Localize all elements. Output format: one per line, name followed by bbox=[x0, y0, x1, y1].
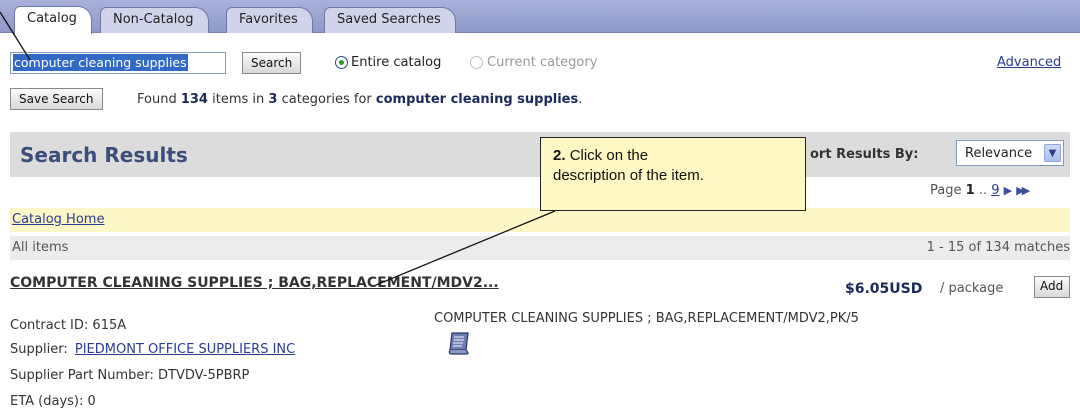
advanced-search-link[interactable]: Advanced bbox=[997, 55, 1061, 70]
contract-id: 615A bbox=[92, 318, 127, 333]
page-sep: .. bbox=[978, 183, 988, 198]
next-page-icon[interactable]: ▶ bbox=[1004, 184, 1012, 197]
pager: Page 1 .. 9 ▶ ▶▶ bbox=[930, 183, 1030, 198]
document-scroll-icon[interactable] bbox=[446, 330, 474, 356]
supplier-label: Supplier: bbox=[10, 342, 68, 357]
found-summary: Found 134 items in 3 categories for comp… bbox=[137, 92, 582, 107]
radio-entire-catalog[interactable] bbox=[335, 56, 348, 69]
save-search-button[interactable]: Save Search bbox=[10, 88, 103, 110]
add-button[interactable]: Add bbox=[1034, 276, 1070, 298]
item-title-link[interactable]: COMPUTER CLEANING SUPPLIES ; BAG,REPLACE… bbox=[10, 275, 499, 291]
page-last-link[interactable]: 9 bbox=[991, 183, 999, 198]
tab-bar: Catalog Non-Catalog Favorites Saved Sear… bbox=[0, 0, 1080, 34]
results-range: 1 - 15 of 134 matches bbox=[926, 240, 1070, 255]
found-end: . bbox=[578, 92, 583, 107]
instruction-callout: 2. Click on the description of the item. bbox=[540, 137, 806, 211]
contract-row: Contract ID: 615A bbox=[10, 318, 126, 333]
all-items-label: All items bbox=[12, 240, 69, 255]
search-input[interactable]: computer cleaning supplies bbox=[10, 52, 226, 74]
results-title: Search Results bbox=[20, 143, 188, 167]
radio-current-category-label: Current category bbox=[487, 55, 598, 70]
page-current: 1 bbox=[965, 183, 975, 198]
item-price: $6.05USD bbox=[845, 281, 923, 297]
item-unit: / package bbox=[940, 281, 1004, 296]
part-label: Supplier Part Number: bbox=[10, 368, 154, 383]
found-categories: 3 bbox=[268, 92, 278, 107]
tab-favorites[interactable]: Favorites bbox=[226, 7, 313, 34]
part-number: DTVDV-5PBRP bbox=[158, 368, 250, 383]
tab-non-catalog[interactable]: Non-Catalog bbox=[100, 7, 209, 34]
catalog-home-bar: Catalog Home bbox=[10, 208, 1070, 232]
found-mid2: categories for bbox=[281, 92, 372, 107]
tab-catalog[interactable]: Catalog bbox=[14, 6, 92, 34]
eta-label: ETA (days): bbox=[10, 394, 84, 409]
found-mid1: items in bbox=[212, 92, 265, 107]
callout-text-2: description of the item. bbox=[553, 167, 704, 184]
supplier-row: Supplier: PIEDMONT OFFICE SUPPLIERS INC bbox=[10, 342, 295, 357]
search-input-value: computer cleaning supplies bbox=[13, 54, 188, 71]
found-count: 134 bbox=[180, 92, 208, 107]
sort-select-value: Relevance bbox=[965, 146, 1033, 161]
search-button[interactable]: Search bbox=[242, 52, 302, 74]
eta-value: 0 bbox=[87, 394, 96, 409]
supplier-link[interactable]: PIEDMONT OFFICE SUPPLIERS INC bbox=[75, 342, 295, 357]
callout-step: 2. bbox=[553, 147, 566, 164]
tab-saved-searches[interactable]: Saved Searches bbox=[324, 7, 456, 34]
found-query: computer cleaning supplies bbox=[375, 92, 579, 107]
page-label: Page bbox=[930, 183, 962, 198]
item-description: COMPUTER CLEANING SUPPLIES ; BAG,REPLACE… bbox=[434, 311, 859, 326]
sort-label: ort Results By: bbox=[810, 147, 919, 162]
callout-text-1: Click on the bbox=[569, 147, 649, 164]
chevron-down-icon[interactable]: ▼ bbox=[1044, 144, 1061, 162]
last-page-icon[interactable]: ▶▶ bbox=[1016, 184, 1030, 197]
part-row: Supplier Part Number: DTVDV-5PBRP bbox=[10, 368, 249, 383]
radio-current-category[interactable] bbox=[470, 56, 483, 69]
eta-row: ETA (days): 0 bbox=[10, 394, 96, 409]
contract-label: Contract ID: bbox=[10, 318, 89, 333]
catalog-home-link[interactable]: Catalog Home bbox=[12, 212, 104, 227]
sort-select[interactable]: Relevance ▼ bbox=[956, 140, 1064, 166]
radio-entire-catalog-label: Entire catalog bbox=[351, 55, 442, 70]
all-items-bar: All items 1 - 15 of 134 matches bbox=[10, 236, 1070, 260]
found-prefix: Found bbox=[137, 92, 177, 107]
